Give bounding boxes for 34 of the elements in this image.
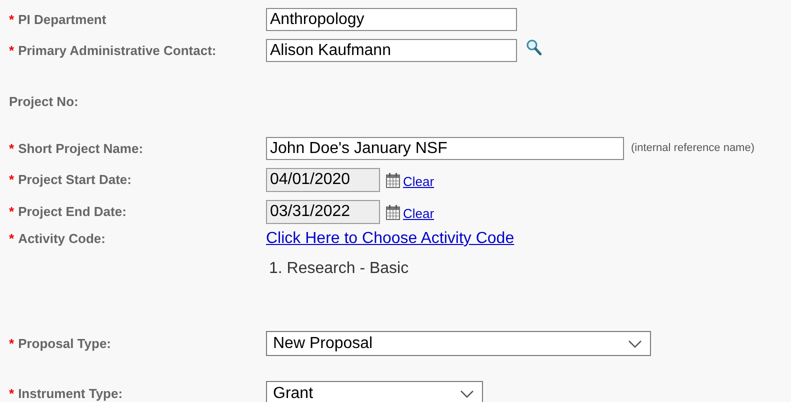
calendar-icon[interactable] <box>386 204 400 220</box>
date-field[interactable]: 03/31/2022 <box>266 200 380 224</box>
required-marker: * <box>9 334 14 353</box>
calendar-icon[interactable] <box>386 172 400 188</box>
activity-code-text: 1. Research - Basic <box>268 259 409 279</box>
field-label: Primary Administrative Contact: <box>18 42 216 60</box>
required-marker: * <box>9 203 14 222</box>
chevron-down-icon <box>628 340 642 348</box>
dropdown[interactable]: Grant <box>266 381 483 402</box>
chevron-down-icon <box>460 390 474 398</box>
text-field[interactable]: Alison Kaufmann <box>266 39 517 62</box>
field-label: Instrument Type: <box>18 384 123 402</box>
dropdown[interactable]: New Proposal <box>266 331 651 356</box>
required-marker: * <box>9 384 14 402</box>
required-marker: * <box>9 171 14 190</box>
required-marker: * <box>9 140 14 158</box>
search-icon[interactable] <box>526 39 542 56</box>
clear-link[interactable]: Clear <box>403 204 434 224</box>
hint-text: (internal reference name) <box>631 141 755 156</box>
required-marker: * <box>9 230 14 248</box>
field-label: Activity Code: <box>18 230 106 248</box>
field-label: Proposal Type: <box>18 334 112 353</box>
field-label: Short Project Name: <box>18 140 144 158</box>
text-field[interactable]: John Doe's January NSF <box>266 137 624 160</box>
field-label: Project End Date: <box>18 203 126 222</box>
activity-code-link[interactable]: Click Here to Choose Activity Code <box>266 227 514 251</box>
required-marker: * <box>9 42 14 60</box>
field-label: PI Department <box>18 10 106 29</box>
date-field[interactable]: 04/01/2020 <box>266 168 380 192</box>
clear-link[interactable]: Clear <box>403 172 434 192</box>
field-label: Project Start Date: <box>18 171 132 190</box>
text-field[interactable]: Anthropology <box>266 8 517 31</box>
field-label: Project No: <box>9 93 78 112</box>
required-marker: * <box>9 10 14 29</box>
